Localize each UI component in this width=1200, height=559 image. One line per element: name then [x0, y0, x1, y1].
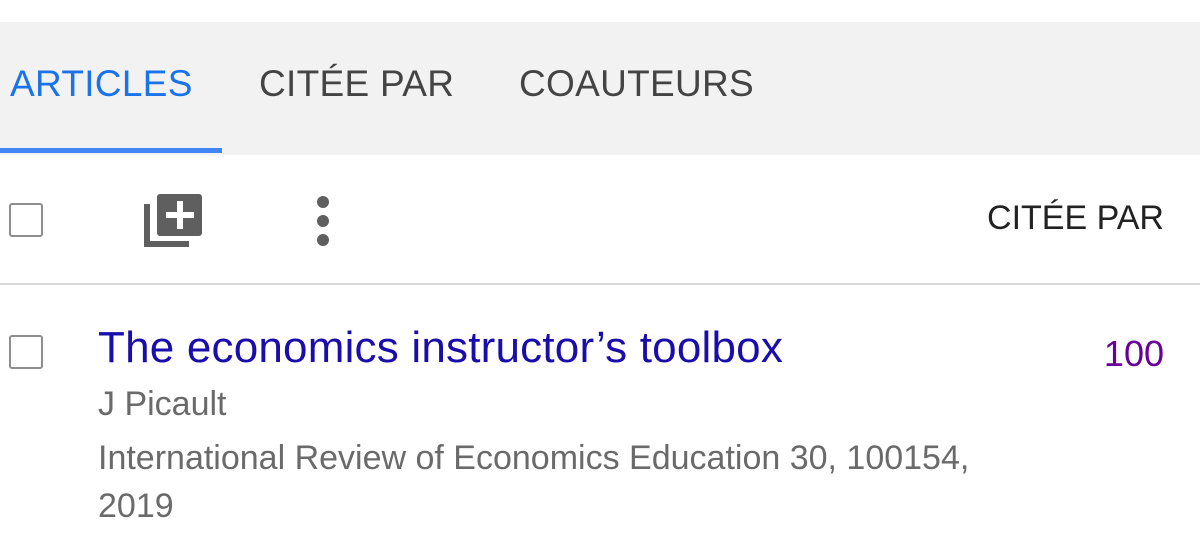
- article-source: International Review of Economics Educat…: [98, 439, 970, 525]
- tab-coauthors[interactable]: COAUTEURS: [519, 22, 754, 155]
- select-all-checkbox[interactable]: [9, 203, 43, 237]
- tab-bar: ARTICLES CITÉE PAR COAUTEURS: [0, 22, 1200, 155]
- article-cited-by-count[interactable]: 100: [1104, 333, 1164, 375]
- top-strip: [0, 0, 1200, 22]
- article-authors: J Picault: [98, 385, 227, 423]
- article-checkbox[interactable]: [9, 335, 43, 369]
- tab-cited-by[interactable]: CITÉE PAR: [259, 22, 454, 155]
- tab-articles[interactable]: ARTICLES: [10, 22, 193, 155]
- articles-toolbar: CITÉE PAR: [0, 155, 1200, 283]
- more-vert-icon[interactable]: [310, 195, 336, 247]
- article-row: The economics instructor’s toolbox 100 J…: [0, 285, 1200, 559]
- library-add-icon[interactable]: [144, 192, 204, 248]
- active-tab-indicator: [0, 148, 222, 153]
- cited-by-column-header[interactable]: CITÉE PAR: [987, 199, 1164, 238]
- article-title-link[interactable]: The economics instructor’s toolbox: [98, 323, 783, 373]
